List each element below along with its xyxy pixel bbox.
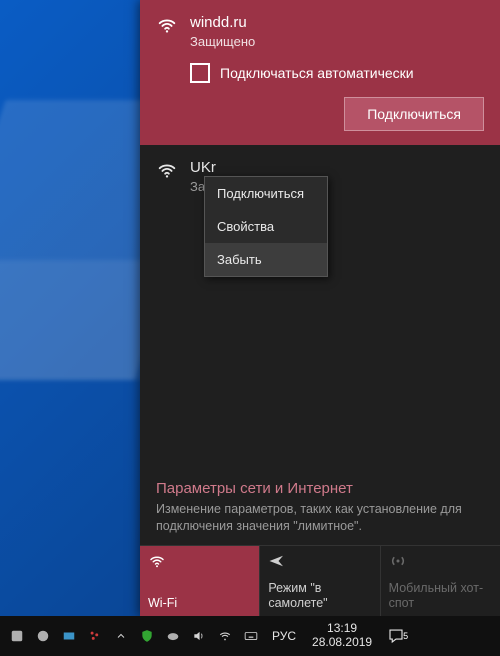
tile-airplane[interactable]: Режим "в самолете" bbox=[259, 546, 379, 616]
tray-onedrive-icon[interactable] bbox=[162, 622, 184, 650]
tile-label: Мобильный хот-спот bbox=[389, 581, 492, 610]
clock-date: 28.08.2019 bbox=[312, 636, 372, 650]
network-flyout: windd.ru Защищено Подключаться автоматич… bbox=[140, 0, 500, 616]
tray-logitech-icon[interactable] bbox=[6, 622, 28, 650]
tray-volume-icon[interactable] bbox=[188, 622, 210, 650]
wifi-icon bbox=[156, 14, 178, 36]
auto-connect-checkbox[interactable] bbox=[190, 63, 210, 83]
tray-explorer-icon[interactable] bbox=[58, 622, 80, 650]
clock-time: 13:19 bbox=[312, 622, 372, 636]
tile-label: Wi-Fi bbox=[148, 596, 251, 610]
tray-keyboard-icon[interactable] bbox=[240, 622, 262, 650]
network-item-selected[interactable]: windd.ru Защищено Подключаться автоматич… bbox=[140, 0, 500, 145]
menu-item-properties[interactable]: Свойства bbox=[205, 210, 327, 243]
tray-steam-icon[interactable] bbox=[32, 622, 54, 650]
tray-security-icon[interactable] bbox=[136, 622, 158, 650]
taskbar: РУС 13:19 28.08.2019 5 bbox=[0, 616, 500, 656]
wifi-icon bbox=[148, 552, 251, 570]
quick-tiles: Wi-Fi Режим "в самолете" Мобильный хот-с… bbox=[140, 545, 500, 616]
network-status: Защищено bbox=[190, 34, 255, 49]
airplane-icon bbox=[268, 552, 371, 570]
clock[interactable]: 13:19 28.08.2019 bbox=[306, 622, 378, 650]
tray-app-icon[interactable] bbox=[84, 622, 106, 650]
tile-wifi[interactable]: Wi-Fi bbox=[140, 546, 259, 616]
network-settings-link[interactable]: Параметры сети и Интернет Изменение пара… bbox=[140, 472, 500, 545]
language-indicator[interactable]: РУС bbox=[266, 629, 302, 643]
settings-description: Изменение параметров, таких как установл… bbox=[156, 501, 484, 535]
tray-chevron-up-icon[interactable] bbox=[110, 622, 132, 650]
auto-connect-row[interactable]: Подключаться автоматически bbox=[190, 63, 484, 83]
hotspot-icon bbox=[389, 552, 492, 570]
network-context-menu: Подключиться Свойства Забыть bbox=[204, 176, 328, 277]
connect-button[interactable]: Подключиться bbox=[344, 97, 484, 131]
settings-title: Параметры сети и Интернет bbox=[156, 480, 484, 497]
menu-item-forget[interactable]: Забыть bbox=[205, 243, 327, 276]
menu-item-connect[interactable]: Подключиться bbox=[205, 177, 327, 210]
auto-connect-label: Подключаться автоматически bbox=[220, 65, 414, 81]
tile-hotspot[interactable]: Мобильный хот-спот bbox=[380, 546, 500, 616]
notification-count: 5 bbox=[403, 631, 408, 641]
tile-label: Режим "в самолете" bbox=[268, 581, 371, 610]
network-ssid: UKr bbox=[190, 159, 216, 177]
wifi-icon bbox=[156, 159, 178, 181]
network-ssid: windd.ru bbox=[190, 14, 255, 32]
action-center-icon[interactable]: 5 bbox=[382, 627, 410, 645]
tray-network-icon[interactable] bbox=[214, 622, 236, 650]
